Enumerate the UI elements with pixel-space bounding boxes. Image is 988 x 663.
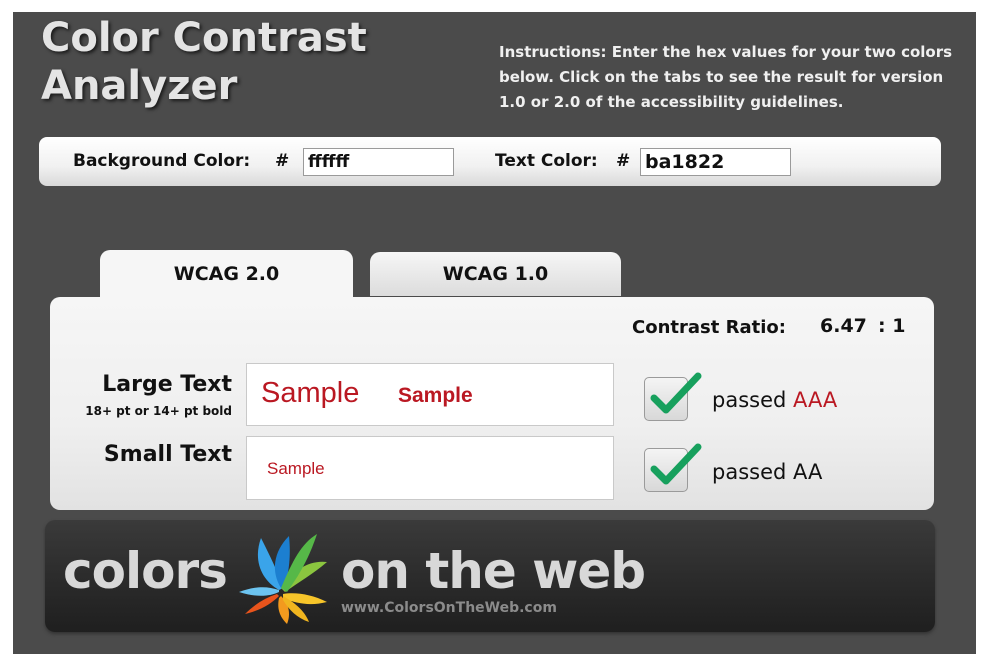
brand-word-on-the-web: on the web	[341, 542, 646, 600]
large-text-pass-checkbox	[644, 372, 702, 421]
colors-logo-icon	[239, 534, 327, 624]
check-icon	[650, 443, 702, 485]
small-status-prefix: passed	[712, 460, 787, 484]
large-text-sublabel: 18+ pt or 14+ pt bold	[85, 404, 232, 418]
background-hash: #	[275, 151, 290, 171]
small-sample: Sample	[267, 459, 325, 478]
large-status-prefix: passed	[712, 388, 787, 412]
brand-footer[interactable]: colors on the web www.ColorsOnTheWeb.com	[45, 520, 935, 632]
large-text-sample-box: Sample Sample	[246, 363, 614, 426]
contrast-ratio-suffix: : 1	[878, 315, 906, 337]
text-color-label: Text Color:	[495, 151, 598, 171]
results-panel: Contrast Ratio: 6.47 : 1 Large Text 18+ …	[50, 297, 934, 510]
small-text-status: passed AA	[712, 460, 822, 484]
background-color-label: Background Color:	[73, 151, 251, 171]
small-text-pass-checkbox	[644, 443, 702, 492]
app-window: Color Contrast Analyzer Instructions: En…	[13, 12, 976, 654]
brand-word-colors: colors	[63, 542, 228, 600]
color-input-bar: Background Color: # Text Color: #	[39, 137, 941, 186]
contrast-ratio-label: Contrast Ratio:	[632, 317, 786, 338]
check-icon	[650, 372, 702, 414]
large-sample-bold: Sample	[398, 384, 473, 407]
text-hash: #	[616, 151, 631, 171]
instructions-text: Instructions: Enter the hex values for y…	[499, 43, 953, 111]
background-color-input[interactable]	[303, 148, 454, 176]
small-text-label: Small Text	[103, 442, 232, 467]
contrast-ratio-value: 6.47	[820, 315, 867, 337]
tab-wcag-2[interactable]: WCAG 2.0	[100, 250, 353, 298]
app-title: Color Contrast Analyzer	[41, 15, 367, 109]
tab-wcag-1[interactable]: WCAG 1.0	[370, 252, 621, 296]
large-status-level: AAA	[793, 388, 838, 412]
small-text-sample-box: Sample	[246, 436, 614, 500]
large-text-label: Large Text	[102, 372, 232, 397]
large-text-status: passed AAA	[712, 388, 837, 412]
large-sample-normal: Sample	[261, 377, 360, 409]
text-color-input[interactable]	[640, 148, 791, 176]
small-status-level: AA	[793, 460, 823, 484]
brand-url[interactable]: www.ColorsOnTheWeb.com	[341, 600, 557, 616]
